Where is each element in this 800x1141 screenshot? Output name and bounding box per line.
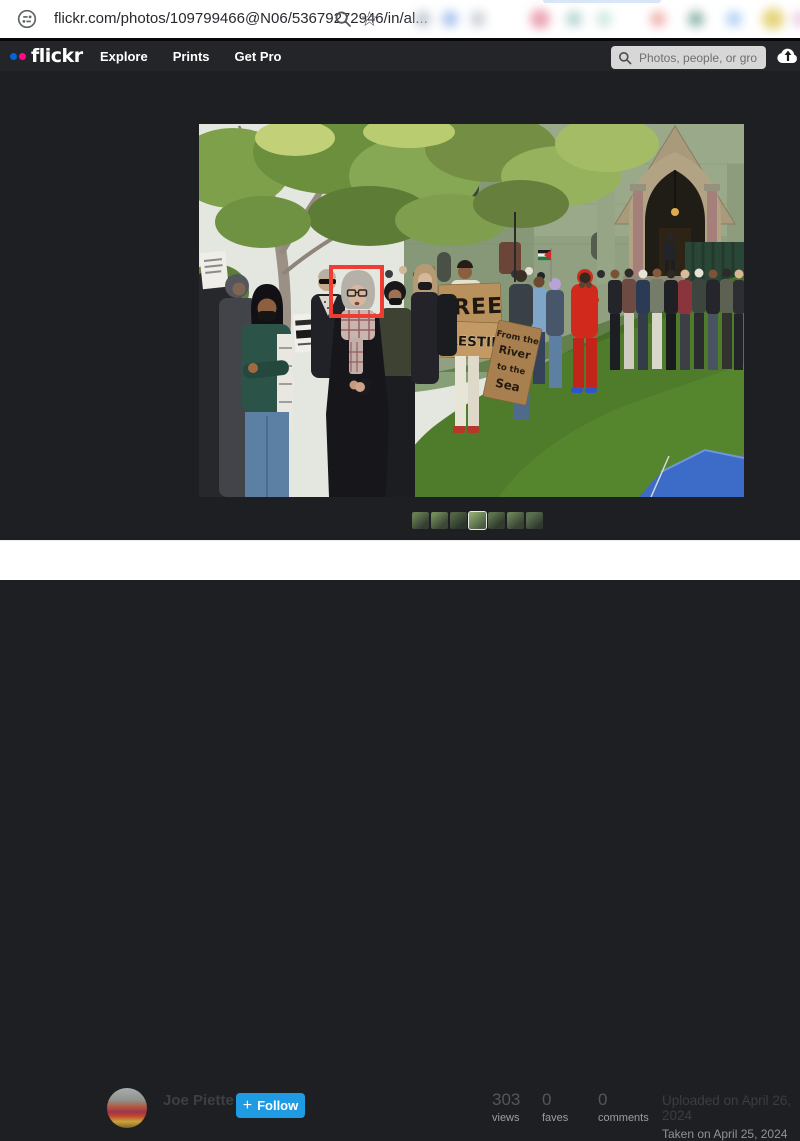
bookmark-star-icon[interactable]: ☆: [360, 2, 379, 38]
filmstrip-thumbnail[interactable]: [412, 512, 429, 529]
nav-get-pro[interactable]: Get Pro: [235, 49, 282, 64]
nav-prints[interactable]: Prints: [173, 49, 210, 64]
header-nav: Explore Prints Get Pro: [100, 41, 282, 71]
owner-avatar[interactable]: [107, 1088, 147, 1128]
photo-info-bar: Joe Piette + Follow 303 views 0 faves 0 …: [0, 540, 800, 580]
filmstrip-thumbnail[interactable]: [431, 512, 448, 529]
logo-dot-blue: [10, 53, 17, 60]
long-hair-person: [411, 264, 439, 384]
site-info-icon[interactable]: [17, 9, 37, 29]
taken-date: Taken on April 25, 2024: [662, 1127, 800, 1141]
uploaded-date: Uploaded on April 26, 2024: [662, 1093, 800, 1123]
browser-chrome: flickr.com/photos/109799466@N06/53679272…: [0, 0, 800, 38]
logo-dot-pink: [19, 53, 26, 60]
nav-explore[interactable]: Explore: [100, 49, 148, 64]
flickr-wordmark: flickr: [31, 45, 83, 67]
filmstrip-thumbnail[interactable]: [526, 512, 543, 529]
blurred-extension-icons: [400, 0, 800, 38]
comments-stat: 0 comments: [598, 1090, 649, 1124]
date-info: Uploaded on April 26, 2024 Taken on Apri…: [662, 1093, 800, 1141]
views-stat: 303 views: [492, 1090, 520, 1124]
follow-button[interactable]: + Follow: [236, 1093, 305, 1118]
filmstrip-thumbnail-selected[interactable]: [469, 512, 486, 529]
search-input[interactable]: [637, 50, 759, 66]
filmstrip-thumbnail[interactable]: [488, 512, 505, 529]
main-photo[interactable]: FREE PALESTINE From the River to the Sea: [199, 124, 744, 497]
upload-cloud-icon[interactable]: [775, 46, 800, 66]
search-box[interactable]: [611, 46, 766, 69]
search-icon: [618, 51, 632, 65]
filmstrip-thumbnail[interactable]: [450, 512, 467, 529]
page-zoom-icon[interactable]: [334, 10, 352, 28]
filmstrip-thumbnail[interactable]: [507, 512, 524, 529]
flickr-logo[interactable]: flickr: [10, 41, 83, 71]
photo-scene: FREE PALESTINE From the River to the Sea: [199, 124, 744, 497]
plus-icon: +: [243, 1098, 252, 1114]
owner-name[interactable]: Joe Piette: [163, 1092, 234, 1109]
faves-stat: 0 faves: [542, 1090, 568, 1124]
filmstrip: [412, 512, 543, 529]
